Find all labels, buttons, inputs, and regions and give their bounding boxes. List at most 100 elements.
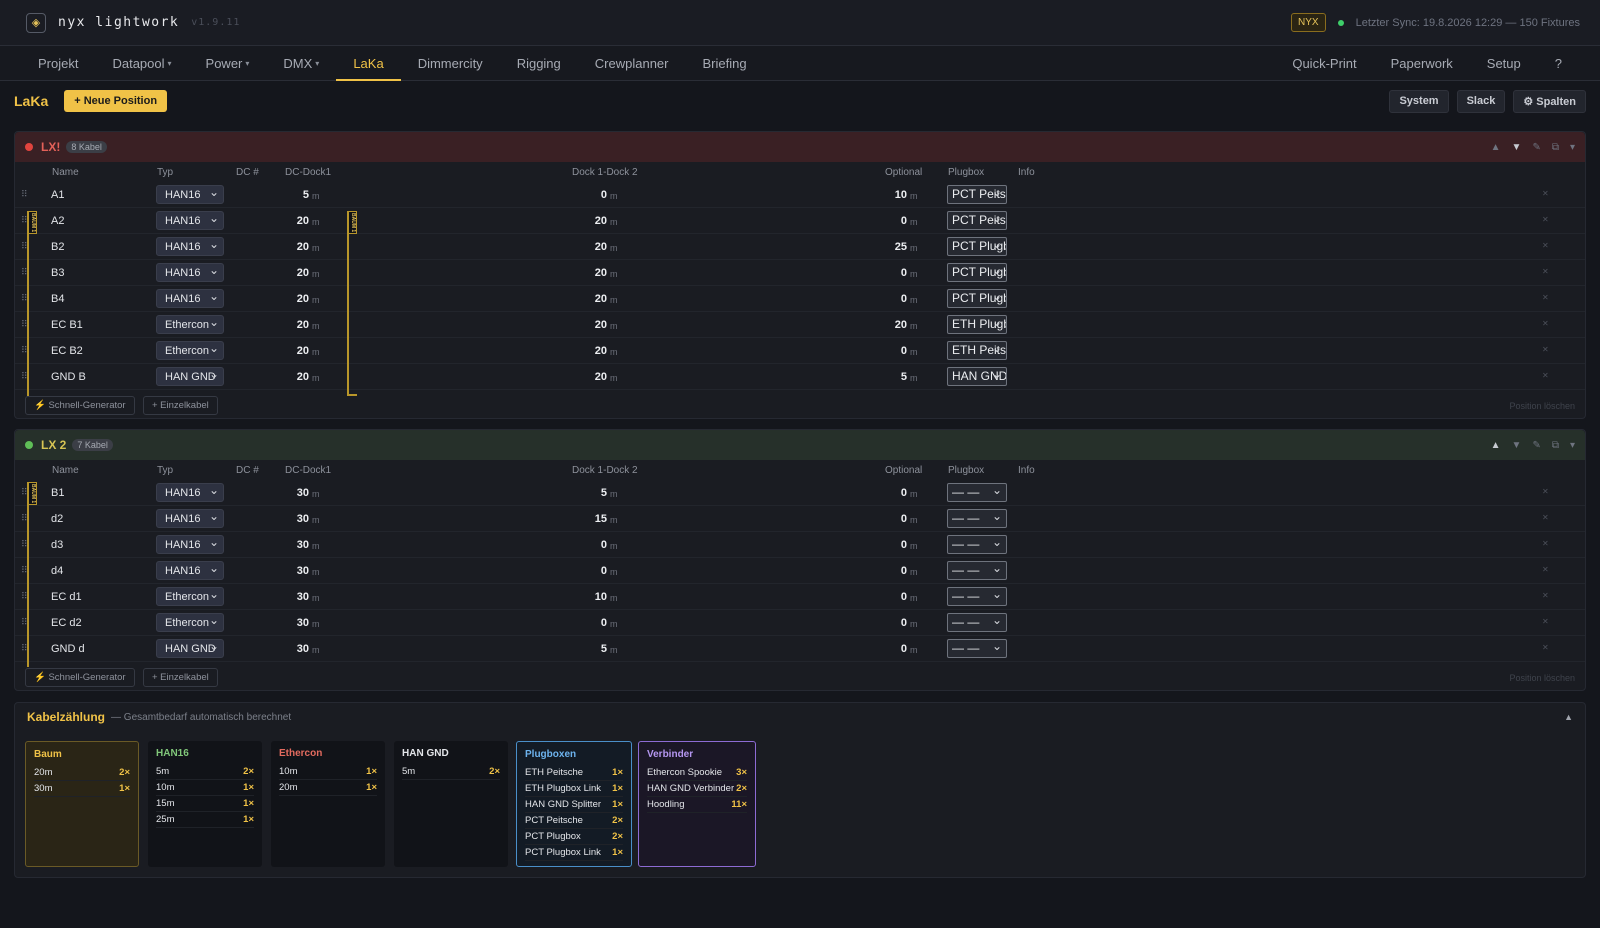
- drag-handle-icon[interactable]: ⠿: [21, 591, 28, 602]
- nav-right-3[interactable]: ?: [1538, 46, 1579, 80]
- edit-icon[interactable]: ✎: [1532, 142, 1540, 153]
- position-header[interactable]: LX! 8 Kabel ▲ ▼ ✎ ⧉ ▾: [15, 132, 1585, 162]
- length-opt-value[interactable]: 25: [855, 241, 907, 253]
- length-d1-value[interactable]: 30: [263, 617, 309, 629]
- nav-tab-crewplanner[interactable]: Crewplanner: [578, 46, 686, 80]
- nav-tab-briefing[interactable]: Briefing: [685, 46, 763, 80]
- collapse-icon[interactable]: ▾: [1570, 142, 1575, 153]
- delete-row-icon[interactable]: ✕: [1542, 513, 1549, 522]
- plugbox-select[interactable]: — —: [947, 535, 1007, 554]
- cable-type-select[interactable]: HAN16: [156, 237, 224, 256]
- length-opt-value[interactable]: 20: [855, 319, 907, 331]
- slack-button[interactable]: Slack: [1456, 89, 1506, 113]
- cable-name[interactable]: EC d2: [51, 617, 82, 629]
- drag-handle-icon[interactable]: ⠿: [21, 371, 28, 382]
- length-d1-value[interactable]: 20: [263, 215, 309, 227]
- nav-right-1[interactable]: Paperwork: [1374, 46, 1470, 80]
- length-d1-value[interactable]: 20: [263, 345, 309, 357]
- cable-name[interactable]: GND d: [51, 643, 85, 655]
- plugbox-select[interactable]: — —: [947, 613, 1007, 632]
- length-opt-value[interactable]: 0: [855, 513, 907, 525]
- delete-row-icon[interactable]: ✕: [1542, 293, 1549, 302]
- delete-position-link[interactable]: Position löschen: [1509, 401, 1575, 411]
- nav-tab-rigging[interactable]: Rigging: [500, 46, 578, 80]
- plugbox-select[interactable]: PCT Peitsche: [947, 185, 1007, 204]
- length-opt-value[interactable]: 0: [855, 591, 907, 603]
- length-d12-value[interactable]: 20: [545, 215, 607, 227]
- cable-name[interactable]: GND B: [51, 371, 86, 383]
- plugbox-select[interactable]: PCT Peitsche: [947, 211, 1007, 230]
- length-opt-value[interactable]: 0: [855, 617, 907, 629]
- length-d12-value[interactable]: 20: [545, 371, 607, 383]
- plugbox-select[interactable]: PCT Plugbox: [947, 263, 1007, 282]
- delete-row-icon[interactable]: ✕: [1542, 189, 1549, 198]
- delete-row-icon[interactable]: ✕: [1542, 565, 1549, 574]
- length-d12-value[interactable]: 20: [545, 241, 607, 253]
- position-name[interactable]: LX!: [41, 140, 60, 154]
- length-d12-value[interactable]: 0: [545, 565, 607, 577]
- drag-handle-icon[interactable]: ⠿: [21, 539, 28, 550]
- length-d1-value[interactable]: 20: [263, 267, 309, 279]
- cable-type-select[interactable]: HAN16: [156, 289, 224, 308]
- length-opt-value[interactable]: 0: [855, 643, 907, 655]
- cable-type-select[interactable]: HAN16: [156, 509, 224, 528]
- system-button[interactable]: System: [1389, 89, 1449, 113]
- move-down-icon[interactable]: ▼: [1512, 142, 1522, 153]
- cable-name[interactable]: EC B2: [51, 345, 83, 357]
- cable-name[interactable]: d4: [51, 565, 63, 577]
- drag-handle-icon[interactable]: ⠿: [21, 513, 28, 524]
- delete-row-icon[interactable]: ✕: [1542, 643, 1549, 652]
- nav-tab-projekt[interactable]: Projekt: [21, 46, 95, 80]
- delete-row-icon[interactable]: ✕: [1542, 591, 1549, 600]
- plugbox-select[interactable]: — —: [947, 587, 1007, 606]
- cable-type-select[interactable]: Ethercon: [156, 341, 224, 360]
- cable-type-select[interactable]: Ethercon: [156, 613, 224, 632]
- nav-tab-dimmercity[interactable]: Dimmercity: [401, 46, 500, 80]
- nav-right-2[interactable]: Setup: [1470, 46, 1538, 80]
- drag-handle-icon[interactable]: ⠿: [21, 319, 28, 330]
- nav-tab-dmx[interactable]: DMX ▾: [266, 46, 336, 80]
- nav-tab-power[interactable]: Power ▾: [189, 46, 267, 80]
- cable-type-select[interactable]: HAN16: [156, 561, 224, 580]
- position-header[interactable]: LX 2 7 Kabel ▲ ▼ ✎ ⧉ ▾: [15, 430, 1585, 460]
- delete-row-icon[interactable]: ✕: [1542, 215, 1549, 224]
- length-opt-value[interactable]: 0: [855, 293, 907, 305]
- cable-name[interactable]: d2: [51, 513, 63, 525]
- drag-handle-icon[interactable]: ⠿: [21, 215, 28, 226]
- cable-type-select[interactable]: HAN16: [156, 185, 224, 204]
- plugbox-select[interactable]: — —: [947, 561, 1007, 580]
- nav-tab-datapool[interactable]: Datapool ▾: [95, 46, 188, 80]
- length-d12-value[interactable]: 20: [545, 319, 607, 331]
- collapse-icon[interactable]: ▾: [1570, 440, 1575, 451]
- cable-name[interactable]: EC B1: [51, 319, 83, 331]
- cable-name[interactable]: EC d1: [51, 591, 82, 603]
- cable-type-select[interactable]: HAN GND: [156, 639, 224, 658]
- length-d12-value[interactable]: 15: [545, 513, 607, 525]
- duplicate-icon[interactable]: ⧉: [1552, 440, 1559, 451]
- edit-icon[interactable]: ✎: [1532, 440, 1540, 451]
- cable-type-select[interactable]: Ethercon: [156, 315, 224, 334]
- add-single-cable-button[interactable]: + Einzelkabel: [143, 396, 218, 415]
- length-opt-value[interactable]: 0: [855, 487, 907, 499]
- length-opt-value[interactable]: 0: [855, 215, 907, 227]
- drag-handle-icon[interactable]: ⠿: [21, 643, 28, 654]
- drag-handle-icon[interactable]: ⠿: [21, 617, 28, 628]
- delete-row-icon[interactable]: ✕: [1542, 371, 1549, 380]
- plugbox-select[interactable]: PCT Plugbox: [947, 237, 1007, 256]
- drag-handle-icon[interactable]: ⠿: [21, 487, 28, 498]
- length-d1-value[interactable]: 20: [263, 241, 309, 253]
- length-d12-value[interactable]: 20: [545, 293, 607, 305]
- length-d1-value[interactable]: 30: [263, 513, 309, 525]
- delete-row-icon[interactable]: ✕: [1542, 617, 1549, 626]
- length-d12-value[interactable]: 5: [545, 643, 607, 655]
- plugbox-select[interactable]: ETH Plugbox: [947, 315, 1007, 334]
- length-d12-value[interactable]: 20: [545, 345, 607, 357]
- plugbox-select[interactable]: ETH Peitsche: [947, 341, 1007, 360]
- position-name[interactable]: LX 2: [41, 438, 66, 452]
- delete-position-link[interactable]: Position löschen: [1509, 673, 1575, 683]
- cable-type-select[interactable]: HAN16: [156, 535, 224, 554]
- duplicate-icon[interactable]: ⧉: [1552, 142, 1559, 153]
- plugbox-select[interactable]: — —: [947, 639, 1007, 658]
- length-d12-value[interactable]: 20: [545, 267, 607, 279]
- move-up-icon[interactable]: ▲: [1491, 142, 1501, 153]
